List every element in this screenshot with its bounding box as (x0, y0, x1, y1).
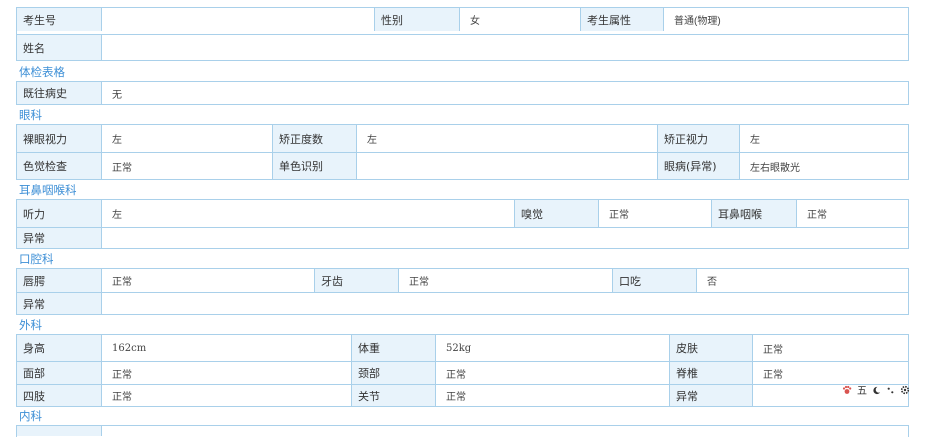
stutter-value[interactable]: 否 (697, 269, 908, 292)
oral-abnormal-value[interactable] (102, 293, 908, 314)
lip-value[interactable]: 正常 (102, 269, 314, 292)
neck-value[interactable]: 正常 (436, 362, 669, 384)
name-value[interactable] (102, 35, 908, 60)
teeth-label: 牙齿 (314, 269, 399, 292)
ime-toolbar[interactable]: 五 (842, 385, 918, 399)
correction-degree-label: 矫正度数 (272, 125, 357, 152)
gender-label: 性别 (374, 8, 460, 31)
lip-label: 唇腭 (17, 269, 102, 292)
face-label: 面部 (17, 362, 102, 384)
ent-abnormal-value[interactable] (102, 228, 908, 248)
eye-table: 裸眼视力 左 矫正度数 左 矫正视力 左 色觉检查 正常 单色识别 眼病(异常)… (16, 124, 909, 180)
hearing-value[interactable]: 左 (102, 200, 514, 227)
surgery-table: 身高 162cm 体重 52kg 皮肤 正常 面部 正常 颈部 正常 脊椎 正常… (16, 334, 909, 407)
joint-label: 关节 (351, 385, 436, 406)
section-title-internal: 内科 (19, 409, 42, 423)
naked-vision-value[interactable]: 左 (102, 125, 272, 152)
limbs-value[interactable]: 正常 (102, 385, 351, 406)
color-vision-label: 色觉检查 (17, 153, 102, 179)
color-vision-value[interactable]: 正常 (102, 153, 272, 179)
mono-color-label: 单色识别 (272, 153, 357, 179)
history-table: 既往病史 无 (16, 81, 909, 105)
eye-disease-value[interactable]: 左右眼散光 (740, 153, 908, 179)
table-row: 既往病史 无 (17, 82, 908, 104)
table-row: 听力 左 嗅觉 正常 耳鼻咽喉 正常 (17, 200, 908, 227)
joint-value[interactable]: 正常 (436, 385, 669, 406)
height-value[interactable]: 162cm (102, 335, 351, 361)
ent-table: 听力 左 嗅觉 正常 耳鼻咽喉 正常 异常 (16, 199, 909, 249)
weight-value[interactable]: 52kg (436, 335, 669, 361)
internal-table (16, 425, 909, 437)
teeth-value[interactable]: 正常 (399, 269, 612, 292)
smell-label: 嗅觉 (514, 200, 599, 227)
gear-icon[interactable] (900, 385, 910, 399)
stutter-label: 口吃 (612, 269, 697, 292)
basic-info-table: 考生号 性别 女 考生属性 普通(物理) 姓名 (16, 7, 909, 61)
table-row: 异常 (17, 227, 908, 248)
attr-label: 考生属性 (580, 8, 664, 31)
history-label: 既往病史 (17, 82, 102, 104)
ent-abnormal-label: 异常 (17, 228, 102, 248)
eye-disease-label: 眼病(异常) (657, 153, 740, 179)
corrected-vision-label: 矫正视力 (657, 125, 740, 152)
face-value[interactable]: 正常 (102, 362, 351, 384)
weight-label: 体重 (351, 335, 436, 361)
naked-vision-label: 裸眼视力 (17, 125, 102, 152)
table-row: 色觉检查 正常 单色识别 眼病(异常) 左右眼散光 (17, 152, 908, 179)
oral-table: 唇腭 正常 牙齿 正常 口吃 否 异常 (16, 268, 909, 315)
mono-color-value[interactable] (357, 153, 657, 179)
section-title-eye: 眼科 (19, 108, 42, 122)
section-title-ent: 耳鼻咽喉科 (19, 183, 77, 197)
exam-no-label: 考生号 (17, 8, 102, 31)
neck-label: 颈部 (351, 362, 436, 384)
limbs-label: 四肢 (17, 385, 102, 406)
correction-degree-value[interactable]: 左 (357, 125, 657, 152)
table-row: 身高 162cm 体重 52kg 皮肤 正常 (17, 335, 908, 361)
corrected-vision-value[interactable]: 左 (740, 125, 908, 152)
name-label: 姓名 (17, 35, 102, 60)
oral-abnormal-label: 异常 (17, 293, 102, 314)
surgery-abnormal-label: 异常 (669, 385, 753, 406)
section-title-surgery: 外科 (19, 318, 42, 332)
ent-label: 耳鼻咽喉 (711, 200, 797, 227)
height-label: 身高 (17, 335, 102, 361)
section-title-oral: 口腔科 (19, 252, 54, 266)
table-row: 裸眼视力 左 矫正度数 左 矫正视力 左 (17, 125, 908, 152)
attr-value[interactable]: 普通(物理) (664, 8, 908, 31)
history-value[interactable]: 无 (102, 82, 908, 104)
section-title-physical-form: 体检表格 (19, 65, 65, 79)
table-row: 面部 正常 颈部 正常 脊椎 正常 (17, 361, 908, 384)
skin-value[interactable]: 正常 (753, 335, 908, 361)
ent-value[interactable]: 正常 (797, 200, 908, 227)
paw-icon[interactable] (842, 385, 852, 399)
moon-icon[interactable] (872, 386, 881, 399)
smell-value[interactable]: 正常 (599, 200, 711, 227)
table-row: 四肢 正常 关节 正常 异常 (17, 384, 908, 406)
internal-partial-label (17, 426, 102, 436)
table-row: 考生号 性别 女 考生属性 普通(物理) (17, 8, 908, 31)
spine-value[interactable]: 正常 (753, 362, 908, 384)
exam-no-value[interactable] (102, 8, 387, 31)
dots-icon[interactable] (886, 386, 895, 399)
gender-value[interactable]: 女 (460, 8, 580, 31)
table-row: 异常 (17, 292, 908, 314)
table-row: 唇腭 正常 牙齿 正常 口吃 否 (17, 269, 908, 292)
skin-label: 皮肤 (669, 335, 753, 361)
spine-label: 脊椎 (669, 362, 753, 384)
hearing-label: 听力 (17, 200, 102, 227)
table-row: 姓名 (17, 34, 908, 60)
toolbar-item-wu[interactable]: 五 (857, 386, 867, 398)
